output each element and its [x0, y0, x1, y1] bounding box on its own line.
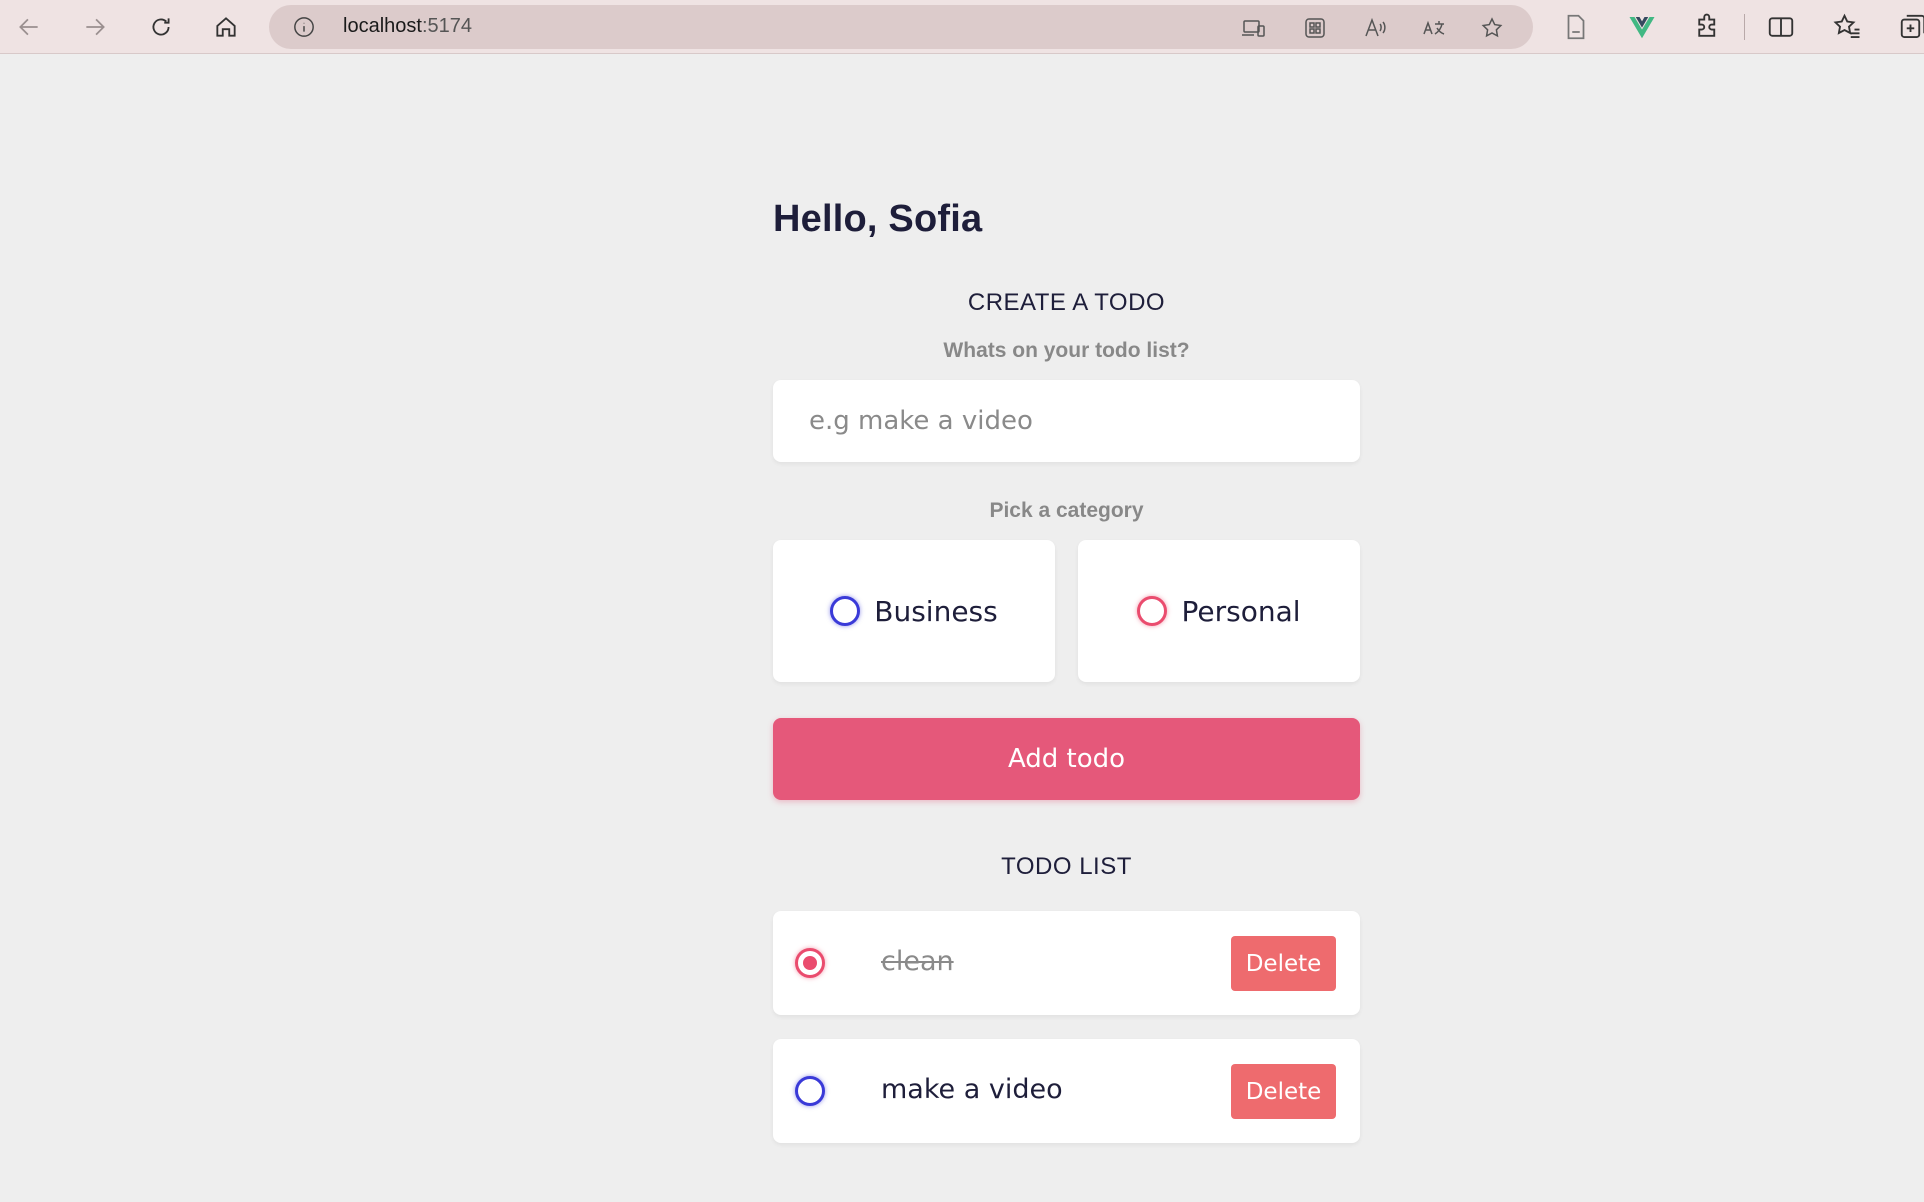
delete-button[interactable]: Delete [1231, 936, 1336, 991]
business-label: Business [874, 594, 998, 628]
forward-icon[interactable] [80, 12, 110, 42]
todo-text[interactable]: make a video [881, 1074, 1063, 1105]
favorite-star-icon[interactable] [1479, 16, 1505, 40]
read-aloud-icon[interactable] [1362, 16, 1388, 40]
device-icon[interactable] [1240, 16, 1266, 40]
extensions-icon[interactable] [1693, 12, 1723, 42]
personal-radio[interactable] [1137, 596, 1168, 626]
todo-done-checkbox[interactable] [795, 948, 825, 978]
todo-item: make a video Delete [773, 1039, 1360, 1143]
toolbar-divider [1744, 14, 1745, 40]
category-label: Pick a category [989, 499, 1144, 522]
url-text[interactable]: localhost:5174 [343, 15, 472, 38]
todo-input[interactable] [773, 380, 1360, 462]
todo-item: clean Delete [773, 911, 1360, 1015]
business-radio[interactable] [830, 596, 861, 626]
address-bar[interactable]: localhost:5174 [269, 5, 1533, 49]
todo-list: clean Delete make a video Delete [773, 911, 1360, 1143]
apps-icon[interactable] [1302, 16, 1328, 40]
add-todo-button[interactable]: Add todo [773, 718, 1360, 800]
delete-button[interactable]: Delete [1231, 1064, 1336, 1119]
browser-toolbar: localhost:5174 [0, 0, 1924, 54]
document-icon[interactable] [1561, 12, 1591, 42]
home-icon[interactable] [211, 12, 241, 42]
category-business-option[interactable]: Business [773, 540, 1055, 682]
todo-list-title: TODO LIST [1001, 853, 1132, 880]
site-info-icon[interactable] [293, 16, 315, 38]
category-picker: Business Personal [773, 540, 1360, 682]
category-personal-option[interactable]: Personal [1078, 540, 1360, 682]
create-todo-title: CREATE A TODO [967, 289, 1166, 316]
favorites-icon[interactable] [1832, 12, 1862, 42]
vue-devtools-icon[interactable] [1627, 12, 1657, 42]
personal-label: Personal [1181, 594, 1301, 628]
greeting-heading: Hello, Sofia [773, 198, 983, 240]
reload-icon[interactable] [146, 12, 176, 42]
todo-text[interactable]: clean [881, 946, 954, 977]
collections-icon[interactable] [1898, 12, 1924, 42]
todo-input-label: Whats on your todo list? [943, 339, 1190, 362]
checked-dot [803, 956, 817, 970]
back-icon[interactable] [14, 12, 44, 42]
translate-icon[interactable] [1421, 16, 1447, 40]
todo-done-checkbox[interactable] [795, 1076, 825, 1106]
todo-app: Hello, Sofia CREATE A TODO Whats on your… [773, 198, 1360, 1143]
split-screen-icon[interactable] [1766, 12, 1796, 42]
